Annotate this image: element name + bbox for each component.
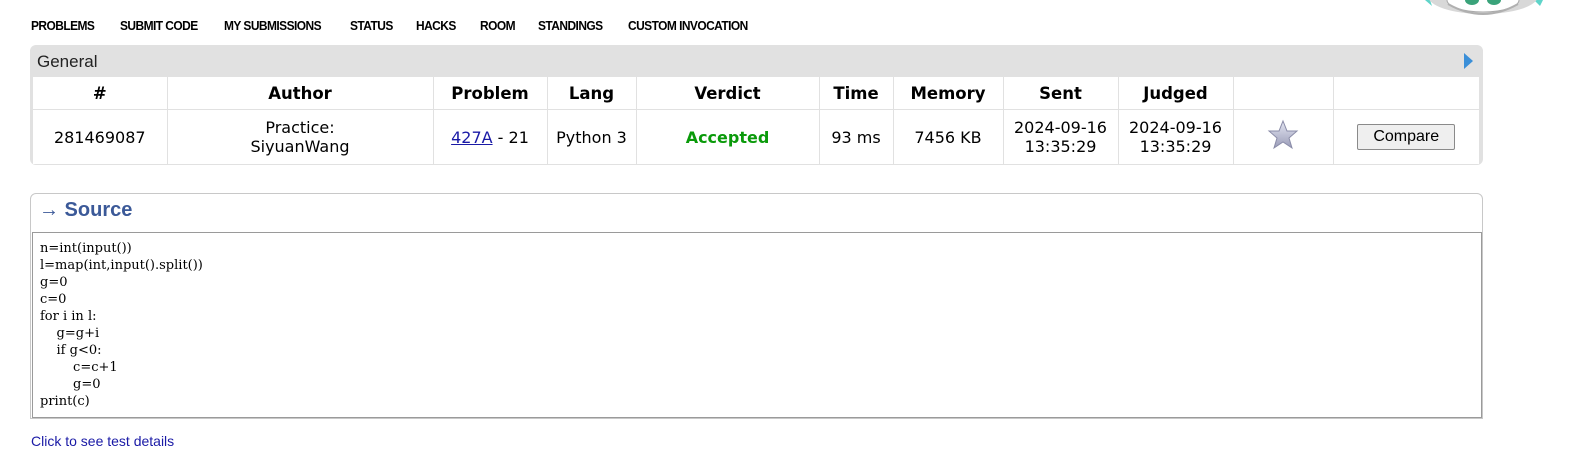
triangle-right-icon[interactable] (1464, 53, 1473, 69)
time-cell: 93 ms (819, 109, 894, 164)
problem-cell: 427A - 21 (433, 109, 548, 164)
source-code: n=int(input()) l=map(int,input().split()… (32, 232, 1482, 418)
menu-status[interactable]: STATUS (350, 18, 393, 36)
header-lang: Lang (547, 77, 637, 110)
header-favourite (1233, 77, 1334, 110)
submission-table: # Author Problem Lang Verdict Time Memor… (33, 77, 1479, 164)
header-sent: Sent (1003, 77, 1119, 110)
judged-date: 2024-09-16 (1129, 118, 1222, 137)
judged-cell: 2024-09-16 13:35:29 (1118, 109, 1234, 164)
top-menu: PROBLEMS SUBMIT CODE MY SUBMISSIONS STAT… (31, 18, 778, 36)
menu-hacks[interactable]: HACKS (416, 18, 456, 36)
test-details-link[interactable]: Click to see test details (31, 433, 174, 449)
header-author: Author (167, 77, 434, 110)
table-header-row: # Author Problem Lang Verdict Time Memor… (33, 77, 1479, 110)
header-problem: Problem (433, 77, 548, 110)
problem-name: - 21 (492, 127, 529, 147)
menu-room[interactable]: ROOM (480, 18, 516, 36)
menu-my-submissions[interactable]: MY SUBMISSIONS (224, 18, 322, 36)
author-cell: Practice: SiyuanWang (167, 109, 434, 164)
menu-problems[interactable]: PROBLEMS (31, 18, 95, 36)
author-name[interactable]: SiyuanWang (169, 137, 432, 156)
panel-title: General (37, 52, 98, 71)
author-prefix: Practice: (265, 118, 335, 137)
header-id: # (33, 77, 168, 110)
header-verdict: Verdict (636, 77, 820, 110)
header-memory: Memory (893, 77, 1004, 110)
header-compare (1333, 77, 1479, 110)
sent-time: 13:35:29 (1024, 137, 1097, 156)
header-judged: Judged (1118, 77, 1234, 110)
menu-custom-invocation[interactable]: CUSTOM INVOCATION (628, 18, 748, 36)
judged-time: 13:35:29 (1139, 137, 1212, 156)
favourite-cell (1233, 109, 1334, 164)
menu-submit-code[interactable]: SUBMIT CODE (120, 18, 198, 36)
sent-date: 2024-09-16 (1014, 118, 1107, 137)
verdict-cell: Accepted (636, 109, 820, 164)
compare-button[interactable]: Compare (1357, 124, 1456, 150)
menu-standings[interactable]: STANDINGS (538, 18, 603, 36)
problem-link[interactable]: 427A (451, 128, 492, 147)
source-section: → Source n=int(input()) l=map(int,input(… (30, 193, 1483, 419)
header-time: Time (819, 77, 894, 110)
memory-cell: 7456 KB (893, 109, 1004, 164)
sent-cell: 2024-09-16 13:35:29 (1003, 109, 1119, 164)
compare-cell: Compare (1333, 110, 1479, 165)
source-title: → Source (39, 199, 133, 221)
star-icon[interactable] (1267, 119, 1299, 151)
submission-id: 281469087 (33, 109, 168, 164)
verdict-status: Accepted (685, 127, 770, 147)
lang-cell: Python 3 (547, 109, 637, 164)
mascot-image (1425, 0, 1543, 15)
general-panel: General # Author Problem Lang Verdict Ti… (30, 45, 1483, 165)
table-row: 281469087 Practice: SiyuanWang 427A - 21… (33, 109, 1479, 165)
